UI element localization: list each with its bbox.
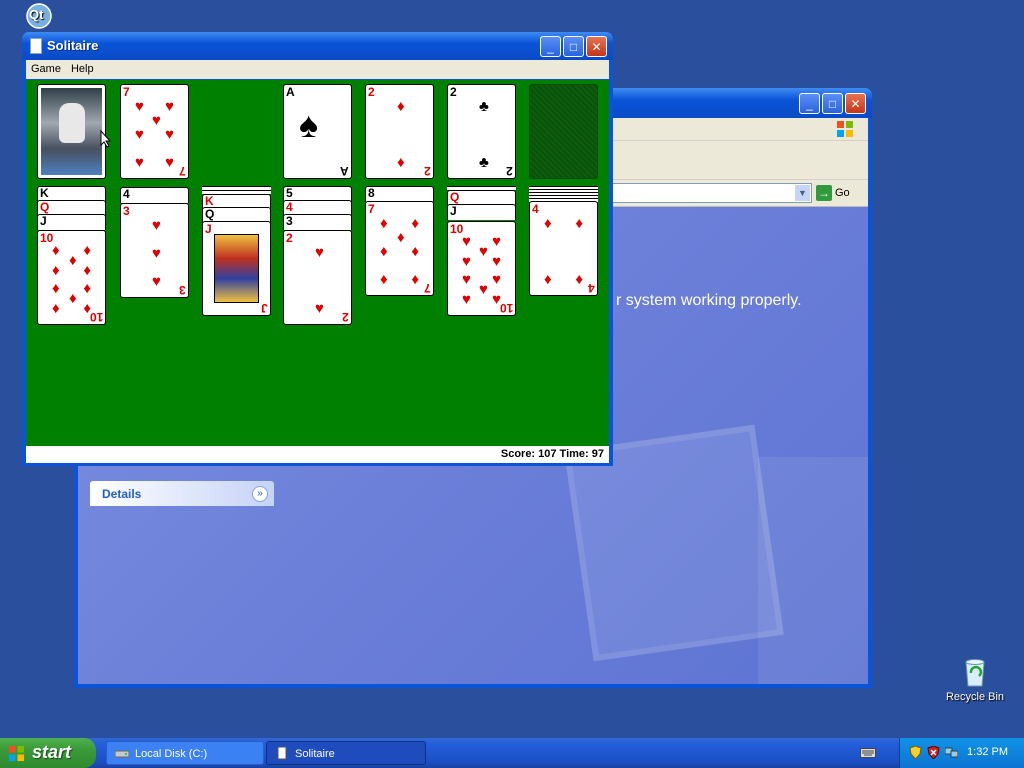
clock[interactable]: 1:32 PM [967,746,1008,758]
taskbar: start Local Disk (C:) Solitaire 1:32 PM [0,738,1024,768]
card-back-astronaut [41,88,102,175]
network-icon[interactable] [945,746,958,759]
recycle-bin-desktop-icon[interactable]: Recycle Bin [940,656,1010,708]
solitaire-close-button[interactable]: ✕ [586,36,607,57]
recycle-bin-icon [965,659,985,687]
tableau2-4-spades[interactable]: 4 [120,187,189,203]
solitaire-card-icon [277,747,287,760]
solitaire-window[interactable]: Solitaire _ □ ✕ Game Help 77 ♥ ♥ ♥ ♥ ♥ ♥ ♥ AA … [22,32,613,466]
details-label: Details [102,487,142,501]
go-button[interactable]: → Go [816,183,862,203]
keyboard-icon[interactable] [860,747,876,759]
waste-card-7-hearts[interactable]: 77 ♥ ♥ ♥ ♥ ♥ ♥ ♥ [120,84,189,179]
taskbar-item-label: Local Disk (C:) [135,748,208,760]
start-label: start [32,742,72,762]
solitaire-menubar: Game Help [26,60,609,79]
solitaire-minimize-button[interactable]: _ [540,36,561,57]
security-shield-icon[interactable] [909,746,922,759]
qt-desktop-icon[interactable]: Qt [22,2,56,32]
go-label: Go [835,187,850,199]
chevron-down-icon[interactable]: » [252,486,268,502]
menu-game[interactable]: Game [26,60,66,75]
mouse-cursor-icon [100,130,112,148]
foundation-2-clubs[interactable]: 22 ♣ ♣ [447,84,516,179]
foundation-empty-slot[interactable] [529,84,598,179]
tableau7-4-diamonds[interactable]: 44 ♦ ♦ ♦ ♦ [529,201,598,296]
tableau4-2-hearts[interactable]: 22 ♥ ♥ [283,230,352,325]
windows-flag-icon [8,745,25,762]
address-dropdown-icon[interactable]: ▼ [795,185,810,201]
system-tray: 1:32 PM [899,738,1024,768]
explorer-maximize-button[interactable]: □ [822,93,843,114]
explorer-warning-text: r system working properly. [616,292,802,309]
start-button[interactable]: start [0,738,96,768]
taskbar-item-local-disk[interactable]: Local Disk (C:) [106,741,264,765]
solitaire-maximize-button[interactable]: □ [563,36,584,57]
details-panel-header[interactable]: Details » [90,481,274,506]
stock-pile[interactable] [37,84,106,179]
tableau1-10-diamonds[interactable]: 10 10 ♦ ♦ ♦ ♦ ♦ ♦ ♦ ♦ ♦ ♦ [37,230,106,325]
windows-logo-icon [837,121,853,137]
solitaire-status-bar: Score: 107 Time: 97 [26,446,609,463]
tableau5-8-clubs[interactable]: 8 [365,186,434,202]
tableau2-3-hearts[interactable]: 33 ♥ ♥ ♥ [120,203,189,298]
taskbar-item-solitaire[interactable]: Solitaire [266,741,426,765]
tableau3-jack-hearts[interactable]: JJ [202,221,271,316]
tableau4-3-spades[interactable]: 3 [283,214,352,230]
go-arrow-icon: → [816,185,832,202]
security-alert-icon[interactable] [927,746,940,759]
solitaire-titlebar[interactable]: Solitaire _ □ ✕ [22,32,613,60]
score-time-text: Score: 107 Time: 97 [500,448,604,460]
recycle-bin-label: Recycle Bin [945,691,1005,703]
explorer-close-button[interactable]: ✕ [845,93,866,114]
computer-watermark-tower [758,457,868,684]
tableau1-jack[interactable]: J [37,214,106,230]
taskbar-item-label: Solitaire [295,748,335,760]
drive-icon [115,750,129,758]
tableau6-jack[interactable]: J [447,204,516,220]
menu-help[interactable]: Help [66,60,99,75]
qt-icon-label: Qt [29,7,44,22]
jack-face-art [214,234,259,303]
tableau5-7-diamonds[interactable]: 77 ♦ ♦ ♦ ♦ ♦ ♦ ♦ [365,201,434,296]
solitaire-app-icon [30,38,42,54]
solitaire-table[interactable]: 77 ♥ ♥ ♥ ♥ ♥ ♥ ♥ AA ♠ 22 ♦ ♦ 22 ♣ ♣ K Q J 10 10 … [26,80,609,446]
solitaire-title: Solitaire [47,38,99,53]
explorer-minimize-button[interactable]: _ [799,93,820,114]
tableau6-10-hearts[interactable]: 10 10 ♥ ♥ ♥ ♥ ♥ ♥ ♥ ♥ ♥ ♥ [447,221,516,316]
foundation-2-diamonds[interactable]: 22 ♦ ♦ [365,84,434,179]
foundation-ace-spades[interactable]: AA ♠ [283,84,352,179]
